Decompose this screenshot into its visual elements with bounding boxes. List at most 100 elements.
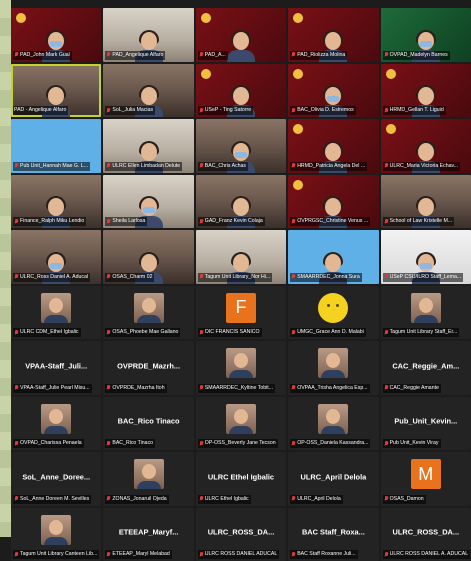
participant-tile[interactable]: PAD_Angelique Alfaro <box>103 8 193 62</box>
participant-tile[interactable]: GAD_Franz Kevin Colaja <box>196 175 286 229</box>
participant-tile[interactable]: ULRC_April DelolaULRC_April Delola <box>288 452 378 506</box>
participant-tile[interactable]: BAC_Olivia D. Estremos <box>288 64 378 118</box>
muted-microphone-icon <box>106 163 111 169</box>
participant-tile[interactable]: ULRC Ellen Limbadan Delute <box>103 119 193 173</box>
participant-tile[interactable]: ULRC Ethel IgbalicULRC Ethel Igbalic <box>196 452 286 506</box>
participant-name-label: CAC_Reggie Amante <box>383 384 441 393</box>
participant-tile[interactable]: SMAARRDEC_Kyltine Tobit... <box>196 341 286 395</box>
participant-tile[interactable]: CAC_Reggie_Am...CAC_Reggie Amante <box>381 341 471 395</box>
participant-label-text: PAD_Riolizza Molina <box>297 51 345 60</box>
muted-microphone-icon <box>199 274 204 280</box>
emoji-avatar-icon <box>318 293 348 323</box>
side-decoration <box>0 0 11 537</box>
participant-tile[interactable]: HRMD_Patricia Angela Del ... <box>288 119 378 173</box>
muted-microphone-icon <box>384 274 389 280</box>
participant-tile[interactable]: Pub Unit_Hannah Mae G. L... <box>11 119 101 173</box>
participant-tile[interactable]: Sheila Larlosa <box>103 175 193 229</box>
participant-label-text: BAC Staff Roxanne Juli... <box>297 550 355 559</box>
participant-tile[interactable]: HRMD_Gellan T. Liguid <box>381 64 471 118</box>
muted-microphone-icon <box>14 52 19 58</box>
participant-tile[interactable]: Pub_Unit_Kevin... Pub Unit_Kevin Viray <box>381 397 471 451</box>
muted-microphone-icon <box>291 274 296 280</box>
participant-tile[interactable]: SMAARRDEC_Jonna Sura <box>288 230 378 284</box>
participant-label-text: Finance_Ralph Miku Lendio <box>20 217 84 226</box>
participant-tile[interactable]: MOSAS_Damon <box>381 452 471 506</box>
participant-tile[interactable]: UMGC_Grace Ann D. Malabi <box>288 286 378 340</box>
participant-tile[interactable]: PAD_A... <box>196 8 286 62</box>
participant-tile[interactable]: OVPRGSC_Christine Venus ... <box>288 175 378 229</box>
participant-label-text: Tagum Unit Library Staff_Er... <box>390 328 458 337</box>
participant-name-label: Pub Unit_Hannah Mae G. L... <box>13 162 90 171</box>
participant-name-label: SMAARRDEC_Kyltine Tobit... <box>198 384 275 393</box>
profile-picture <box>226 404 256 434</box>
participant-tile[interactable]: BAC Staff_Roxa...BAC Staff Roxanne Juli.… <box>288 508 378 561</box>
muted-microphone-icon <box>384 385 389 391</box>
participant-label-text: OVPAD_Madelyn Barnes <box>390 51 448 60</box>
participant-tile[interactable]: ULRC_ROSS_DA...ULRC ROSS DANIEL A. ADUCA… <box>381 508 471 561</box>
participant-tile[interactable]: School of Law Kristelle M... <box>381 175 471 229</box>
university-logo-icon <box>292 12 304 24</box>
participant-tile[interactable]: SoL_Anne_Doree...SoL_Anne Doreen M. Sevi… <box>11 452 101 506</box>
participant-tile[interactable]: BAC_Rico TinacoBAC_Rico Tinaco <box>103 397 193 451</box>
participant-name-label: Pub Unit_Kevin Viray <box>383 439 441 448</box>
participant-label-text: OVPAD_Charissa Penaela <box>20 439 82 448</box>
muted-microphone-icon <box>291 385 296 391</box>
participant-name-label: Sheila Larlosa <box>105 217 147 226</box>
muted-microphone-icon <box>384 441 389 447</box>
participant-tile[interactable]: OVPRDE_Mazrh...OVPRDE_Mazrha Itoh <box>103 341 193 395</box>
participant-tile[interactable]: OP-OSS_Beverly Jane Tecson <box>196 397 286 451</box>
participant-name-label: OVPRDE_Mazrha Itoh <box>105 384 166 393</box>
participant-name-label: USeP - Ting Satorre <box>198 106 253 115</box>
participant-tile[interactable]: ULRC_Maria Victoria Echav... <box>381 119 471 173</box>
participant-label-text: HRMD_Patricia Angela Del ... <box>297 162 365 171</box>
participant-name-label: GAD_Franz Kevin Colaja <box>198 217 265 226</box>
participant-label-text: ULRC Ellen Limbadan Delute <box>112 162 180 171</box>
participant-tile[interactable]: OVPAA_Trisha Angelica Esp... <box>288 341 378 395</box>
participant-tile[interactable]: VPAA-Staff_Juli...VPAA-Staff_Julie Pearl… <box>11 341 101 395</box>
participant-tile[interactable]: OP-OSS_Daniela Kassandra... <box>288 397 378 451</box>
participant-tile[interactable]: PAD - Angelique Alfaro <box>11 64 101 118</box>
profile-picture <box>411 293 441 323</box>
participant-tile[interactable]: ULRC_Ross Daniel A. Aducal <box>11 230 101 284</box>
participant-name-label: SMAARRDEC_Jonna Sura <box>290 273 362 282</box>
participant-tile[interactable]: FOIC FRANCIS SANICO <box>196 286 286 340</box>
participant-display-name: ETEEAP_Maryf... <box>103 528 193 537</box>
participant-tile[interactable]: SoL_Julia Macias <box>103 64 193 118</box>
participant-tile[interactable]: Tagum Unit Library_Nor Hi... <box>196 230 286 284</box>
participant-tile[interactable]: OVPAD_Charissa Penaela <box>11 397 101 451</box>
participant-label-text: ULRC_Ross Daniel A. Aducal <box>20 273 88 282</box>
participant-tile[interactable]: ETEEAP_Maryf...ETEEAP_Maryl Melabad <box>103 508 193 561</box>
participant-tile[interactable]: PAD_Riolizza Molina <box>288 8 378 62</box>
participant-label-text: ULRC CDM_Ethel Igbalic <box>20 328 79 337</box>
participant-tile[interactable]: ZONAS_Jonaruil Ojeda <box>103 452 193 506</box>
participant-name-label: OIC FRANCIS SANICO <box>198 328 262 337</box>
participant-name-label: OP-OSS_Beverly Jane Tecson <box>198 439 278 448</box>
participant-tile[interactable]: USeP CSU/ILRO Staff_Lema... <box>381 230 471 284</box>
participant-label-text: PAD_A... <box>205 51 226 60</box>
participant-tile[interactable]: Tagum Unit Library Staff_Er... <box>381 286 471 340</box>
participant-name-label: PAD_A... <box>198 51 228 60</box>
participant-tile[interactable]: ULRC_ROSS_DA...ULRC ROSS DANIEL ADUCAL <box>196 508 286 561</box>
muted-microphone-icon <box>291 330 296 336</box>
participant-name-label: School of Law Kristelle M... <box>383 217 455 226</box>
participant-name-label: USeP CSU/ILRO Staff_Lema... <box>383 273 464 282</box>
participant-tile[interactable]: OSAS_Charm 02 <box>103 230 193 284</box>
participant-label-text: OVPRGSC_Christine Venus ... <box>297 217 368 226</box>
muted-microphone-icon <box>199 52 204 58</box>
participant-tile[interactable]: PAD_John Mark Gual <box>11 8 101 62</box>
participant-tile[interactable]: USeP - Ting Satorre <box>196 64 286 118</box>
muted-microphone-icon <box>14 219 19 225</box>
muted-microphone-icon <box>199 163 204 169</box>
participant-display-name: SoL_Anne_Doree... <box>11 472 101 481</box>
participant-tile[interactable]: OSAS_Phoebe Mae Gallano <box>103 286 193 340</box>
participant-display-name: Pub_Unit_Kevin... <box>381 417 471 426</box>
muted-microphone-icon <box>291 441 296 447</box>
profile-picture <box>41 293 71 323</box>
participant-tile[interactable]: BAC_Chris Achas <box>196 119 286 173</box>
letter-avatar: M <box>411 459 441 489</box>
participant-name-label: Finance_Ralph Miku Lendio <box>13 217 86 226</box>
participant-tile[interactable]: Finance_Ralph Miku Lendio <box>11 175 101 229</box>
participant-tile[interactable]: ULRC CDM_Ethel Igbalic <box>11 286 101 340</box>
participant-tile[interactable]: OVPAD_Madelyn Barnes <box>381 8 471 62</box>
participant-tile[interactable]: Tagum Unit Library Canteen Lib... <box>11 508 101 561</box>
